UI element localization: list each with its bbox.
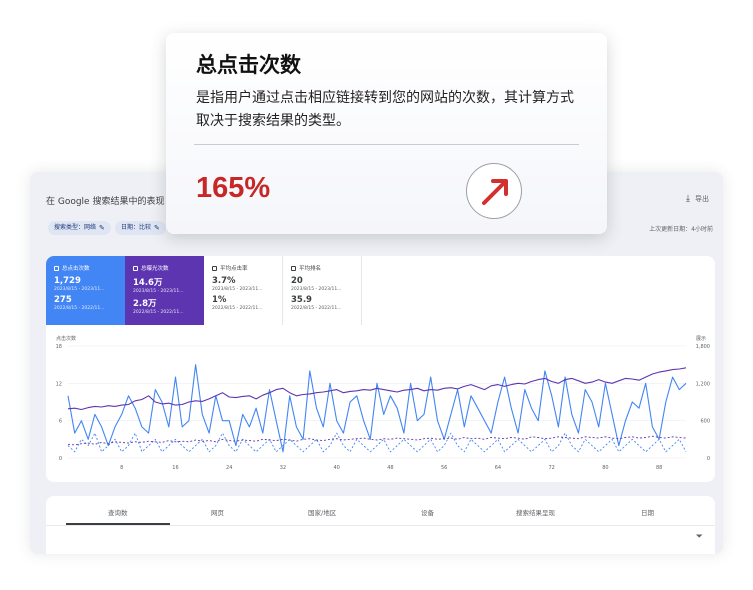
checkbox-icon	[54, 265, 59, 271]
metric-value: 14.6万	[133, 278, 163, 288]
performance-line-chart: 点击次数 展示 18 1,800 12 1,200 6 600 0 0 8 16 24 32 40 48 56 6…	[56, 335, 710, 471]
tab-divider	[46, 525, 715, 526]
x-tick-label: 24	[226, 465, 232, 471]
dimension-tabs: 查询数 网页 国家/地区 设备 搜索结果呈现 日期 ⏷	[46, 496, 715, 554]
tab-devices[interactable]: 设备	[421, 507, 434, 517]
export-button[interactable]: ⤓ 导出	[686, 194, 709, 204]
series-line-2	[67, 367, 687, 411]
y-tick-label-left: 18	[56, 344, 62, 350]
metric-date: 2023/8/15 - 2023/11...	[291, 287, 342, 292]
x-tick-label: 48	[387, 465, 393, 471]
export-label: 导出	[695, 195, 709, 203]
y-axis-label-left: 点击次数	[56, 335, 76, 342]
y-tick-label-left: 12	[56, 381, 62, 387]
checkbox-icon	[212, 265, 217, 271]
metric-tooltip-card: 总点击次数 是指用户通过点击相应链接转到您的网站的次数，其计算方式取决于搜索结果…	[166, 33, 607, 234]
metric-compare-value: 2.8万	[133, 299, 157, 309]
tab-queries[interactable]: 查询数	[108, 507, 128, 517]
metric-label: 总曝光次数	[141, 266, 169, 272]
metric-compare-date: 2022/8/15 - 2022/11...	[133, 310, 184, 315]
series-line-1	[67, 432, 687, 453]
metric-compare-value: 35.9	[291, 295, 312, 305]
metric-date: 2023/8/15 - 2023/11...	[54, 287, 105, 292]
tab-pages[interactable]: 网页	[211, 507, 224, 517]
metric-card-average-ctr[interactable]: 平均点击率 3.7% 2023/8/15 - 2023/11... 1% 202…	[204, 256, 283, 325]
series-line-3	[67, 435, 687, 446]
dashboard-title: 在 Google 搜索结果中的表现	[46, 197, 165, 207]
filter-icon[interactable]: ⏷	[696, 532, 703, 542]
tooltip-description: 是指用户通过点击相应链接转到您的网站的次数，其计算方式取决于搜索结果的类型。	[196, 90, 574, 129]
pencil-icon: ✎	[99, 224, 105, 232]
download-icon: ⤓	[686, 194, 690, 204]
metric-label: 平均点击率	[220, 266, 248, 272]
metric-compare-value: 275	[54, 295, 72, 305]
y-tick-label-left: 6	[59, 419, 62, 425]
y-tick-label-right: 1,800	[696, 344, 710, 350]
filter-chip-label: 日期：比较	[121, 224, 152, 231]
x-tick-label: 16	[172, 465, 178, 471]
filter-chip-date[interactable]: 日期：比较 ✎	[115, 221, 166, 235]
metric-label: 平均排名	[299, 266, 322, 272]
performance-panel: 总点击次数 1,729 2023/8/15 - 2023/11... 275 2…	[46, 256, 715, 482]
x-tick-label: 88	[656, 465, 662, 471]
tooltip-title: 总点击次数	[196, 53, 301, 77]
metric-date: 2023/8/15 - 2023/11...	[212, 287, 263, 292]
y-tick-label-right: 1,200	[696, 381, 710, 387]
metric-card-total-impressions[interactable]: 总曝光次数 14.6万 2023/8/15 - 2023/11... 2.8万 …	[125, 256, 204, 325]
last-updated-text: 上次更新日期：4小时前	[649, 226, 713, 233]
x-tick-label: 80	[602, 465, 608, 471]
series-line-0	[67, 364, 687, 453]
x-tick-label: 8	[120, 465, 123, 471]
active-tab-indicator	[66, 523, 170, 525]
metric-date: 2023/8/15 - 2023/11...	[133, 289, 184, 294]
filter-chip-search-type[interactable]: 搜索类型：网络 ✎	[48, 221, 111, 235]
y-tick-label-left: 0	[59, 456, 62, 462]
metric-value: 20	[291, 276, 303, 286]
growth-value: 165%	[196, 172, 271, 204]
metric-compare-date: 2022/8/15 - 2022/11...	[291, 306, 342, 311]
y-tick-label-right: 600	[700, 419, 710, 425]
checkbox-icon	[291, 265, 296, 271]
tab-search-appearance[interactable]: 搜索结果呈现	[516, 507, 555, 517]
metric-card-total-clicks[interactable]: 总点击次数 1,729 2023/8/15 - 2023/11... 275 2…	[46, 256, 125, 325]
filter-chip-label: 搜索类型：网络	[54, 224, 97, 231]
tab-countries[interactable]: 国家/地区	[308, 507, 336, 517]
metric-compare-date: 2022/8/15 - 2022/11...	[212, 306, 263, 311]
x-tick-label: 64	[495, 465, 501, 471]
metric-card-average-position[interactable]: 平均排名 20 2023/8/15 - 2023/11... 35.9 2022…	[283, 256, 362, 325]
metric-label: 总点击次数	[62, 266, 90, 272]
x-tick-label: 72	[548, 465, 554, 471]
x-tick-label: 56	[441, 465, 447, 471]
x-tick-label: 40	[334, 465, 340, 471]
metric-compare-date: 2022/8/15 - 2022/11...	[54, 306, 105, 311]
arrow-up-right-icon	[466, 163, 522, 219]
y-axis-label-right: 展示	[696, 336, 706, 342]
metric-value: 3.7%	[212, 276, 236, 286]
metric-compare-value: 1%	[212, 295, 227, 305]
x-tick-label: 32	[280, 465, 286, 471]
y-tick-label-right: 0	[707, 456, 710, 462]
tooltip-divider	[194, 144, 579, 145]
pencil-icon: ✎	[154, 224, 160, 232]
tab-dates[interactable]: 日期	[641, 507, 654, 517]
metric-value: 1,729	[54, 276, 81, 286]
checkbox-icon	[133, 265, 138, 271]
